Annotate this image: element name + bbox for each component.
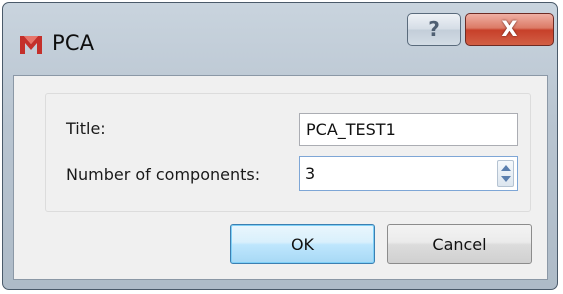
dialog-body: Title: Number of components: 3 OK Cancel [13,75,548,280]
title-bar[interactable]: PCA ? X [3,3,557,75]
cancel-button[interactable]: Cancel [387,224,532,264]
components-spinbox[interactable]: 3 [299,156,518,191]
help-icon: ? [428,17,440,41]
title-input[interactable] [299,113,518,146]
arrow-up-icon[interactable] [501,165,511,171]
components-value: 3 [305,164,316,183]
spinbox-arrows[interactable] [497,160,514,187]
window-title: PCA [52,31,95,55]
help-button[interactable]: ? [407,13,461,46]
components-label: Number of components: [66,165,261,184]
parameters-group: Title: Number of components: 3 [45,93,531,212]
close-button[interactable]: X [465,13,554,46]
pca-dialog-window: PCA ? X Title: Number of components: 3 O… [2,2,558,290]
ok-button[interactable]: OK [230,224,375,264]
arrow-down-icon[interactable] [501,176,511,182]
title-label: Title: [66,119,106,138]
close-icon: X [501,17,518,41]
app-logo-icon [20,36,42,54]
